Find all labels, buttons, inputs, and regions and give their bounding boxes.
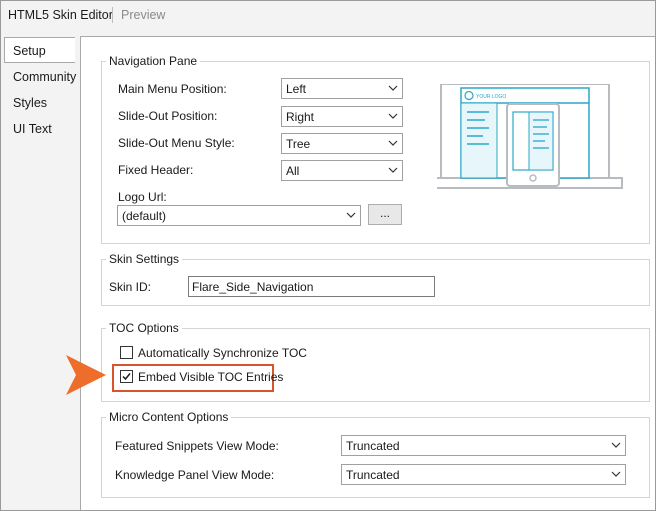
skin-settings-legend: Skin Settings — [109, 252, 180, 266]
preview-logo-text: YOUR LOGO — [476, 94, 506, 100]
logo-url-label: Logo Url: — [118, 190, 167, 204]
chevron-down-icon — [388, 167, 398, 173]
tab-html5-skin-editor[interactable]: HTML5 Skin Editor — [8, 8, 113, 22]
browse-logo-button[interactable]: ... — [368, 204, 402, 225]
fixed-header-select[interactable]: All — [281, 160, 403, 181]
chevron-down-icon — [388, 85, 398, 91]
navigation-pane-legend: Navigation Pane — [109, 54, 198, 68]
setup-panel: Navigation Pane Main Menu Position: Left… — [80, 36, 655, 510]
micro-content-options-legend: Micro Content Options — [109, 410, 229, 424]
main-menu-position-value: Left — [286, 82, 307, 96]
editor-tab-bar: HTML5 Skin Editor Preview — [1, 1, 655, 29]
knowledge-panel-select[interactable]: Truncated — [341, 464, 626, 485]
checkmark-icon — [122, 373, 131, 381]
side-tab-list: Setup Community Styles UI Text — [1, 36, 81, 510]
slide-out-menu-style-value: Tree — [286, 137, 311, 151]
side-tab-community[interactable]: Community — [13, 70, 76, 84]
embed-visible-toc-label: Embed Visible TOC Entries — [138, 370, 284, 384]
slide-out-position-label: Slide-Out Position: — [118, 109, 218, 123]
chevron-down-icon — [388, 113, 398, 119]
auto-sync-toc-checkbox[interactable] — [120, 346, 133, 359]
embed-visible-toc-checkbox[interactable] — [120, 370, 133, 383]
logo-url-combo[interactable]: (default) — [117, 205, 361, 226]
knowledge-panel-value: Truncated — [346, 468, 400, 482]
slide-out-menu-style-select[interactable]: Tree — [281, 133, 403, 154]
auto-sync-toc-label: Automatically Synchronize TOC — [138, 346, 307, 360]
side-tab-ui-text[interactable]: UI Text — [13, 122, 52, 136]
side-tab-styles[interactable]: Styles — [13, 96, 47, 110]
skin-editor-window: HTML5 Skin Editor Preview Setup Communit… — [0, 0, 656, 511]
side-tab-setup[interactable]: Setup — [4, 37, 75, 63]
chevron-down-icon — [346, 212, 356, 218]
slide-out-position-select[interactable]: Right — [281, 106, 403, 127]
main-menu-position-select[interactable]: Left — [281, 78, 403, 99]
fixed-header-value: All — [286, 164, 300, 178]
main-menu-position-label: Main Menu Position: — [118, 82, 227, 96]
chevron-down-icon — [611, 471, 621, 477]
featured-snippets-value: Truncated — [346, 439, 400, 453]
featured-snippets-label: Featured Snippets View Mode: — [115, 439, 279, 453]
skin-id-label: Skin ID: — [109, 280, 152, 294]
knowledge-panel-label: Knowledge Panel View Mode: — [115, 468, 275, 482]
toc-options-legend: TOC Options — [109, 321, 179, 335]
slide-out-position-value: Right — [286, 110, 315, 124]
logo-url-value: (default) — [122, 209, 167, 223]
callout-arrow-icon — [66, 355, 106, 395]
chevron-down-icon — [611, 442, 621, 448]
tab-preview[interactable]: Preview — [121, 8, 165, 22]
featured-snippets-select[interactable]: Truncated — [341, 435, 626, 456]
skin-id-input[interactable]: Flare_Side_Navigation — [188, 276, 435, 297]
chevron-down-icon — [388, 140, 398, 146]
slide-out-menu-style-label: Slide-Out Menu Style: — [118, 136, 235, 150]
fixed-header-label: Fixed Header: — [118, 163, 194, 177]
layout-preview-illustration: YOUR LOGO — [437, 84, 623, 189]
tab-separator — [112, 7, 113, 23]
